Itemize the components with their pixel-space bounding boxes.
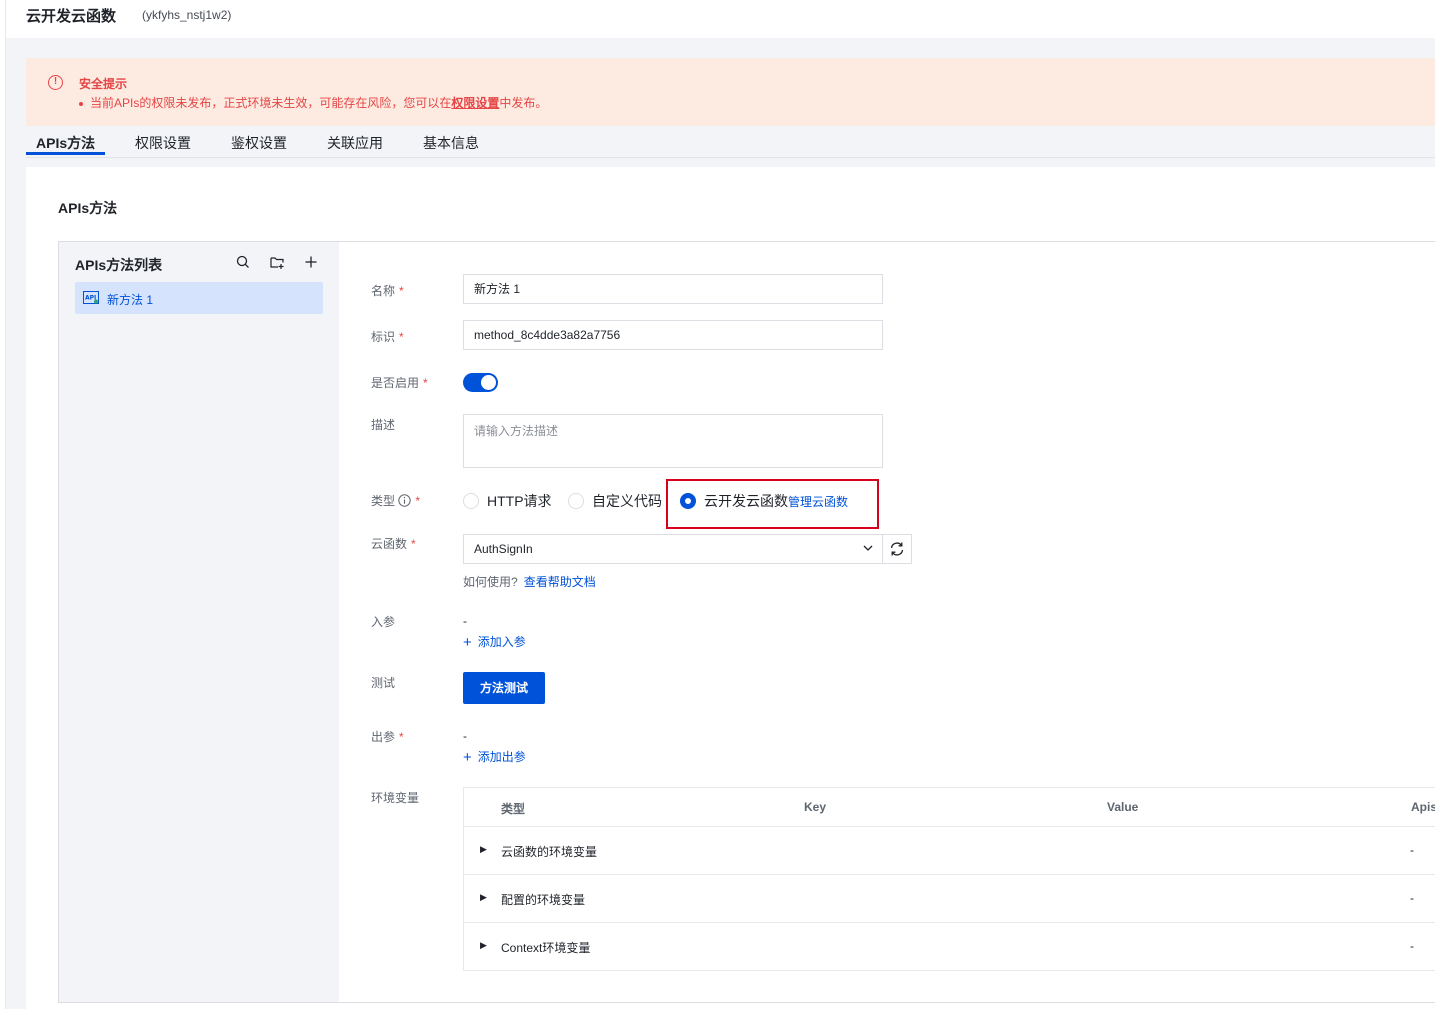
description-textarea[interactable]: 请输入方法描述	[463, 414, 883, 468]
enabled-toggle[interactable]	[463, 373, 498, 392]
page-title: 云开发云函数	[26, 8, 117, 25]
alert-text-after: 中发布。	[499, 96, 548, 110]
alert-title: 安全提示	[79, 77, 128, 91]
radio-circle	[463, 493, 479, 509]
add-output-param-link[interactable]: + 添加出参	[463, 748, 526, 766]
chevron-down-icon	[863, 545, 873, 551]
tab-permission-settings[interactable]: 权限设置	[135, 133, 191, 153]
plus-icon: +	[463, 634, 472, 651]
add-input-param-link[interactable]: + 添加入参	[463, 633, 526, 651]
expand-arrow-icon[interactable]: ▶	[480, 940, 487, 951]
expand-arrow-icon[interactable]: ▶	[480, 844, 487, 855]
type-label: 类型 *	[371, 494, 421, 508]
help-text: 如何使用? 查看帮助文档	[463, 575, 596, 589]
help-doc-link[interactable]: 查看帮助文档	[524, 575, 596, 589]
tab-bar: APIs方法 权限设置 鉴权设置 关联应用 基本信息	[26, 126, 1435, 158]
tab-apis-methods[interactable]: APIs方法	[36, 133, 95, 153]
table-row[interactable]: ▶ 配置的环境变量 -	[464, 874, 1435, 922]
toggle-knob	[481, 375, 496, 390]
row-value: -	[1410, 939, 1414, 953]
radio-circle	[568, 493, 584, 509]
tab-basic-info[interactable]: 基本信息	[423, 133, 479, 153]
name-label: 名称 *	[371, 284, 404, 298]
folder-add-icon[interactable]	[269, 254, 285, 270]
sidebar-title: APIs方法列表	[75, 257, 163, 273]
highlight-box	[666, 479, 879, 529]
description-label: 描述	[371, 418, 396, 432]
column-header-apis: Apis	[1411, 800, 1435, 814]
cloud-function-label: 云函数 *	[371, 537, 416, 551]
sidebar-item-label: 新方法 1	[107, 293, 154, 307]
method-form: 名称 * 新方法 1 标识 * method_8c4dde3a82a7756 是否启…	[339, 242, 1435, 1002]
alert-circle-icon: !	[48, 75, 63, 90]
cloud-function-select[interactable]: AuthSignIn	[463, 534, 883, 564]
bullet-icon	[79, 101, 83, 106]
main-card: APIs方法 APIs方法列表 API 新方法 1 名称 * 新方法 1 标识 * …	[26, 167, 1435, 1009]
tab-auth-settings[interactable]: 鉴权设置	[231, 133, 287, 153]
column-header-value: Value	[1107, 800, 1139, 814]
column-header-key: Key	[804, 800, 827, 814]
permission-settings-link[interactable]: 权限设置	[451, 96, 499, 110]
alert-text-before: 当前APIs的权限未发布，正式环境未生效，可能存在风险，您可以在	[90, 96, 452, 110]
methods-sidebar: APIs方法列表 API 新方法 1	[59, 242, 339, 1002]
output-params-label: 出参 *	[371, 730, 404, 744]
output-params-value: -	[463, 729, 467, 743]
plus-icon[interactable]	[303, 254, 319, 270]
active-tab-indicator	[26, 152, 105, 155]
security-alert: ! 安全提示 当前APIs的权限未发布，正式环境未生效，可能存在风险，您可以在权…	[26, 58, 1435, 126]
identifier-label: 标识 *	[371, 330, 404, 344]
alert-text: 当前APIs的权限未发布，正式环境未生效，可能存在风险，您可以在权限设置中发布。	[79, 94, 547, 111]
name-input[interactable]: 新方法 1	[463, 274, 883, 304]
type-radio-custom-code[interactable]: 自定义代码	[568, 491, 662, 511]
row-label: 云函数的环境变量	[501, 845, 598, 859]
refresh-icon	[890, 542, 904, 556]
enabled-label: 是否启用 *	[371, 376, 428, 390]
search-icon[interactable]	[235, 254, 251, 270]
column-header-type: 类型	[501, 802, 526, 816]
refresh-button[interactable]	[882, 534, 912, 564]
section-title: APIs方法	[58, 200, 118, 216]
left-strip	[0, 0, 6, 1009]
table-row[interactable]: ▶ Context环境变量 -	[464, 922, 1435, 970]
input-params-value: -	[463, 614, 467, 628]
api-icon: API	[83, 291, 99, 304]
row-value: -	[1410, 843, 1414, 857]
test-label: 测试	[371, 676, 396, 690]
env-vars-table: 类型 Key Value Apis ▶ 云函数的环境变量 - ▶ 配置的环境变量…	[463, 787, 1435, 971]
top-bar: 云开发云函数 (ykfyhs_nstj1w2)	[6, 0, 1435, 38]
row-value: -	[1410, 891, 1414, 905]
sidebar-item-method-1[interactable]: API 新方法 1	[75, 282, 323, 314]
type-radio-http[interactable]: HTTP请求	[463, 491, 552, 511]
env-vars-label: 环境变量	[371, 791, 420, 805]
identifier-input[interactable]: method_8c4dde3a82a7756	[463, 320, 883, 350]
tab-linked-apps[interactable]: 关联应用	[327, 133, 383, 153]
expand-arrow-icon[interactable]: ▶	[480, 892, 487, 903]
method-test-button[interactable]: 方法测试	[463, 672, 545, 704]
plus-icon: +	[463, 749, 472, 766]
row-label: 配置的环境变量	[501, 893, 586, 907]
table-row[interactable]: ▶ 云函数的环境变量 -	[464, 826, 1435, 874]
env-id: (ykfyhs_nstj1w2)	[142, 8, 232, 22]
row-label: Context环境变量	[501, 941, 591, 955]
cloud-function-value: AuthSignIn	[474, 542, 533, 556]
info-icon[interactable]	[398, 494, 412, 507]
apis-panel: APIs方法列表 API 新方法 1 名称 * 新方法 1 标识 * method_…	[58, 241, 1435, 1003]
input-params-label: 入参	[371, 615, 396, 629]
